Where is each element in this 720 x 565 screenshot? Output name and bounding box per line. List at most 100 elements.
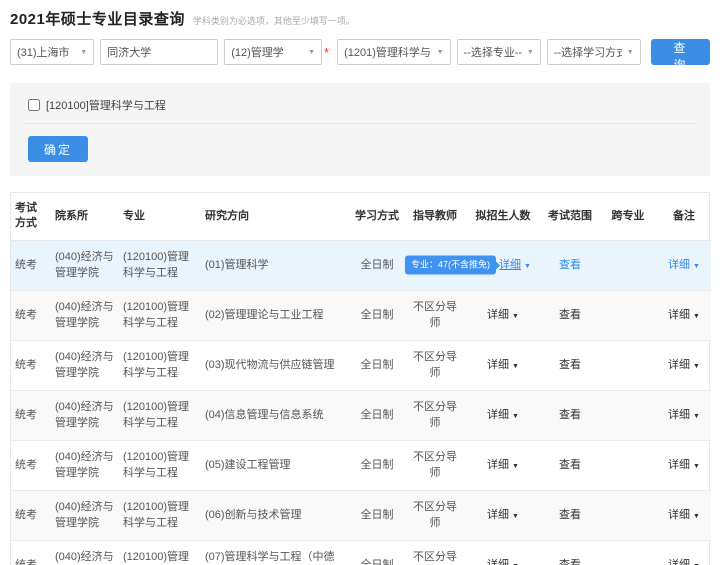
enrollment-detail-link[interactable]: 详细 (487, 409, 509, 421)
page-header: 2021年硕士专业目录查询 学科类别为必选项，其他至少填写一项。 (10, 8, 710, 29)
confirm-button[interactable]: 确定 (28, 136, 89, 162)
enrollment-detail-link[interactable]: 详细 (487, 559, 509, 565)
department-cell: (040)经济与管理学院 (51, 540, 119, 565)
exam-type-cell: 统考 (11, 290, 51, 341)
enrollment-cell: 详细▼ (465, 390, 541, 441)
header-direction: 研究方向 (201, 193, 349, 241)
exam-scope-cell: 查看 (541, 290, 599, 341)
category-select[interactable]: (12)管理学 ▼ (224, 39, 323, 65)
exam-scope-view-link[interactable]: 查看 (559, 359, 581, 371)
page-subtitle: 学科类别为必选项，其他至少填写一项。 (192, 16, 355, 26)
discipline-select[interactable]: (1201)管理科学与 ▼ (337, 39, 451, 65)
chevron-down-icon[interactable]: ▼ (693, 363, 700, 370)
advisor-cell: 不区分导师 (405, 440, 465, 491)
cross-major-cell (599, 440, 657, 491)
chevron-down-icon[interactable]: ▼ (512, 313, 519, 320)
header-department: 院系所 (51, 193, 119, 241)
chevron-down-icon[interactable]: ▼ (512, 513, 519, 520)
remarks-detail-link[interactable]: 详细 (668, 459, 690, 471)
study-mode-select[interactable]: --选择学习方式-- ▼ (546, 39, 641, 65)
table-row: 统考(040)经济与管理学院(120100)管理科学与工程(07)管理科学与工程… (11, 540, 711, 565)
enrollment-cell: 详细▼ (465, 540, 541, 565)
exam-scope-view-link[interactable]: 查看 (559, 309, 581, 321)
remarks-detail-link[interactable]: 详细 (668, 359, 690, 371)
cross-major-cell (599, 540, 657, 565)
major-cell: (120100)管理科学与工程 (119, 390, 201, 441)
category-select-value: (12)管理学 (231, 47, 284, 59)
catalog-query-page: 2021年硕士专业目录查询 学科类别为必选项，其他至少填写一项。 (31)上海市… (0, 0, 720, 565)
province-select[interactable]: (31)上海市 ▼ (10, 39, 95, 65)
exam-scope-view-link[interactable]: 查看 (559, 409, 581, 421)
exam-scope-view-link[interactable]: 查看 (559, 559, 581, 565)
chevron-down-icon[interactable]: ▼ (693, 313, 700, 320)
study-mode-cell: 全日制 (349, 290, 405, 341)
chevron-down-icon[interactable]: ▼ (512, 363, 519, 370)
enrollment-detail-link[interactable]: 详细 (499, 259, 521, 271)
exam-scope-view-link[interactable]: 查看 (559, 509, 581, 521)
study-mode-cell: 全日制 (349, 240, 405, 291)
exam-scope-view-link[interactable]: 查看 (559, 459, 581, 471)
chevron-down-icon: ▼ (626, 48, 634, 56)
chevron-down-icon: ▼ (80, 48, 88, 56)
study-mode-cell: 全日制 (349, 540, 405, 565)
direction-cell: (06)创新与技术管理 (201, 490, 349, 541)
header-exam-scope: 考试范围 (541, 193, 599, 241)
remarks-cell: 详细▼ (657, 540, 711, 565)
major-checkbox-row[interactable]: [120100]管理科学与工程 (28, 91, 692, 123)
remarks-detail-link[interactable]: 详细 (668, 509, 690, 521)
chevron-down-icon[interactable]: ▼ (512, 463, 519, 470)
university-input[interactable] (100, 39, 219, 65)
enrollment-detail-link[interactable]: 详细 (487, 459, 509, 471)
chevron-down-icon[interactable]: ▼ (512, 413, 519, 420)
exam-scope-cell: 查看 (541, 490, 599, 541)
search-button[interactable]: 查询 (650, 39, 710, 72)
direction-cell: (05)建设工程管理 (201, 440, 349, 491)
department-cell: (040)经济与管理学院 (51, 240, 119, 291)
direction-cell: (03)现代物流与供应链管理 (201, 340, 349, 391)
remarks-detail-link[interactable]: 详细 (668, 559, 690, 565)
enrollment-detail-link[interactable]: 详细 (487, 509, 509, 521)
exam-scope-cell: 查看 (541, 540, 599, 565)
table-row: 统考 (040)经济与管理学院 (120100)管理科学与工程 (01)管理科学 全日制… (11, 240, 711, 291)
advisor-cell: 不区分导师 (405, 290, 465, 341)
remarks-detail-link[interactable]: 详细 (668, 309, 690, 321)
direction-cell: (01)管理科学 (201, 240, 349, 291)
exam-type-cell: 统考 (11, 440, 51, 491)
chevron-down-icon: ▼ (526, 48, 534, 56)
study-mode-cell: 全日制 (349, 340, 405, 391)
department-cell: (040)经济与管理学院 (51, 390, 119, 441)
remarks-detail-link[interactable]: 详细 (668, 259, 690, 271)
major-select-value: --选择专业-- (463, 47, 522, 59)
advisor-cell: 不区分导师 (405, 490, 465, 541)
major-checkbox[interactable] (28, 99, 40, 111)
panel-divider (24, 123, 696, 124)
remarks-detail-link[interactable]: 详细 (668, 409, 690, 421)
cross-major-cell (599, 490, 657, 541)
table-row: 统考 (040)经济与管理学院 (120100)管理科学与工程 (02)管理理论与工业… (11, 290, 711, 341)
enrollment-detail-link[interactable]: 详细 (487, 309, 509, 321)
enrollment-cell: 详细▼ (465, 490, 541, 541)
chevron-down-icon[interactable]: ▼ (693, 463, 700, 470)
department-cell: (040)经济与管理学院 (51, 340, 119, 391)
direction-cell: (02)管理理论与工业工程 (201, 290, 349, 341)
chevron-down-icon[interactable]: ▼ (524, 263, 531, 270)
chevron-down-icon[interactable]: ▼ (693, 413, 700, 420)
enrollment-cell: 详细▼ (465, 340, 541, 391)
header-enrollment: 拟招生人数 (465, 193, 541, 241)
selection-panel: [120100]管理科学与工程 确定 (10, 83, 710, 176)
enrollment-cell: 详细▼ (465, 440, 541, 491)
discipline-select-value: (1201)管理科学与 (344, 47, 431, 59)
chevron-down-icon[interactable]: ▼ (693, 263, 700, 270)
table-row: 统考 (040)经济与管理学院 (120100)管理科学与工程 (03)现代物流与供应… (11, 340, 711, 391)
enrollment-detail-link[interactable]: 详细 (487, 359, 509, 371)
chevron-down-icon[interactable]: ▼ (693, 513, 700, 520)
direction-cell: (04)信息管理与信息系统 (201, 390, 349, 441)
major-select[interactable]: --选择专业-- ▼ (456, 39, 541, 65)
department-cell: (040)经济与管理学院 (51, 440, 119, 491)
required-asterisk: * (324, 44, 330, 60)
results-table: 考试方式 院系所 专业 研究方向 学习方式 指导教师 拟招生人数 考试范围 跨专… (11, 193, 711, 565)
exam-scope-view-link[interactable]: 查看 (559, 259, 581, 271)
major-cell: (120100)管理科学与工程 (119, 540, 201, 565)
filter-bar: (31)上海市 ▼ (12)管理学 ▼ * (1201)管理科学与 ▼ --选择… (10, 39, 710, 72)
header-study-mode: 学习方式 (349, 193, 405, 241)
